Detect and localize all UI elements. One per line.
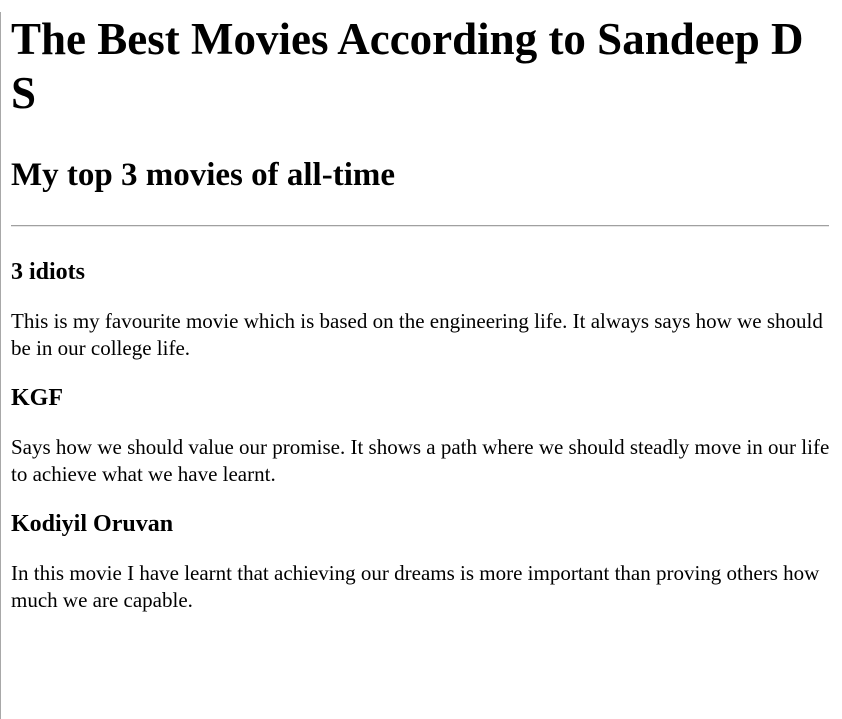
movie-title: 3 idiots — [11, 259, 86, 285]
page-subtitle: My top 3 movies of all-time — [11, 157, 395, 193]
movie-description: This is my favourite movie which is base… — [11, 309, 823, 360]
movie-item: Kodiyil Oruvan In this movie I have lear… — [11, 510, 831, 614]
movie-title: Kodiyil Oruvan — [11, 511, 174, 537]
movie-list: 3 idiots This is my favourite movie whic… — [11, 258, 831, 614]
section-divider — [11, 225, 829, 227]
movie-description: In this movie I have learnt that achievi… — [11, 561, 820, 612]
page-content: The Best Movies According to Sandeep D S… — [1, 12, 842, 614]
movie-item: 3 idiots This is my favourite movie whic… — [11, 258, 831, 362]
page-title: The Best Movies According to Sandeep D S — [11, 14, 804, 118]
movie-title: KGF — [11, 385, 63, 411]
movie-item: KGF Says how we should value our promise… — [11, 384, 831, 488]
movie-description: Says how we should value our promise. It… — [11, 435, 830, 486]
